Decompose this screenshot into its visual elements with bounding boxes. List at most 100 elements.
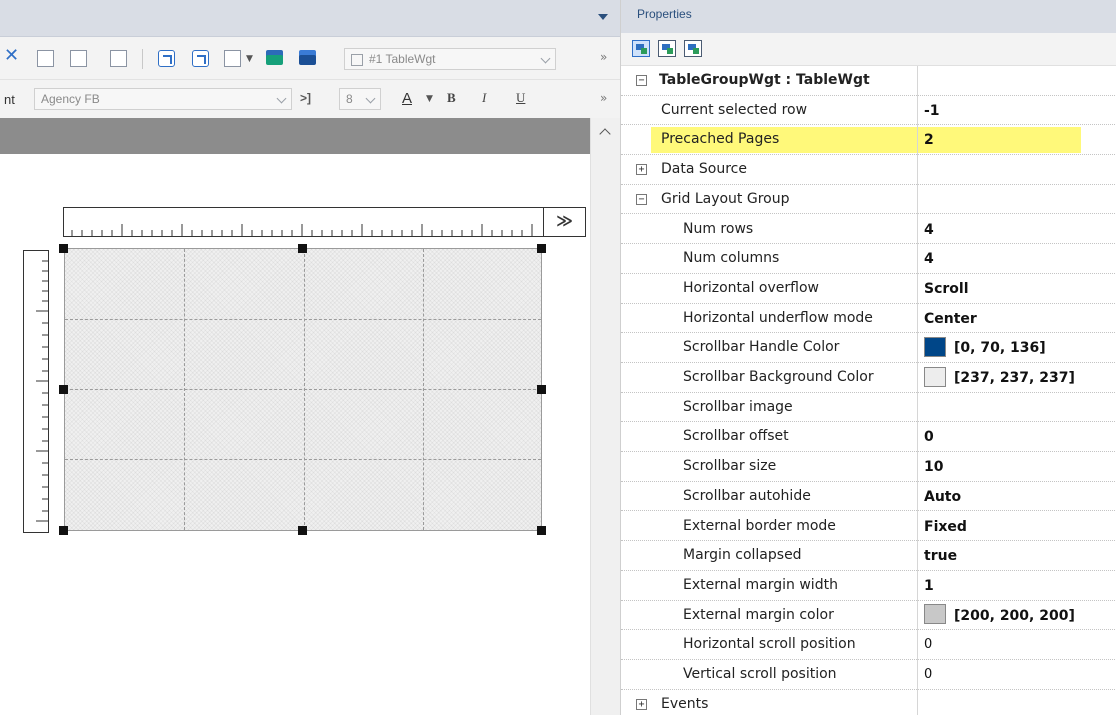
close-icon[interactable]: ✕ bbox=[4, 47, 19, 65]
property-row[interactable]: External border mode Fixed bbox=[621, 511, 1116, 542]
property-value[interactable]: 0 bbox=[917, 660, 1116, 689]
layer-up-icon[interactable] bbox=[299, 55, 316, 65]
property-value[interactable]: 1 bbox=[917, 570, 1116, 600]
property-row[interactable]: Scrollbar Background Color [237, 237, 237… bbox=[621, 363, 1116, 393]
dropdown-arrow-icon[interactable] bbox=[598, 14, 608, 20]
property-name: Current selected row bbox=[661, 101, 808, 118]
vertical-ruler bbox=[23, 250, 49, 533]
property-value[interactable]: 10 bbox=[917, 452, 1116, 481]
advanced-view-icon[interactable] bbox=[684, 40, 702, 57]
resize-handle[interactable] bbox=[59, 244, 68, 253]
property-value[interactable] bbox=[917, 184, 1116, 214]
property-row[interactable]: External margin width 1 bbox=[621, 570, 1116, 601]
property-value[interactable]: Auto bbox=[917, 481, 1116, 511]
property-row[interactable]: Vertical scroll position 0 bbox=[621, 660, 1116, 690]
property-value[interactable]: -1 bbox=[917, 95, 1116, 125]
toolbar-overflow-icon[interactable]: » bbox=[600, 91, 607, 105]
resize-handle[interactable] bbox=[59, 385, 68, 394]
property-value[interactable]: [200, 200, 200] bbox=[917, 600, 1116, 630]
properties-view-icon[interactable] bbox=[632, 40, 650, 57]
align-icon[interactable] bbox=[224, 50, 241, 67]
canvas-header-bar bbox=[0, 118, 590, 154]
property-row[interactable]: Margin collapsed true bbox=[621, 541, 1116, 571]
send-backward-icon[interactable] bbox=[70, 50, 87, 67]
layer-down-icon[interactable] bbox=[266, 55, 283, 65]
property-row[interactable]: Scrollbar size 10 bbox=[621, 452, 1116, 482]
resize-handle[interactable] bbox=[537, 244, 546, 253]
property-row[interactable]: + Data Source bbox=[621, 155, 1116, 185]
property-value[interactable]: [0, 70, 136] bbox=[917, 333, 1116, 362]
property-name: Data Source bbox=[661, 161, 747, 178]
property-value[interactable]: 0 bbox=[917, 422, 1116, 452]
grid-icon[interactable] bbox=[110, 50, 127, 67]
align-dropdown-icon[interactable]: ▼ bbox=[246, 54, 253, 64]
font-size-value: 8 bbox=[346, 92, 353, 106]
property-row[interactable]: − TableGroupWgt : TableWgt bbox=[621, 66, 1116, 96]
resize-handle[interactable] bbox=[537, 385, 546, 394]
align-right-icon[interactable]: >] bbox=[300, 91, 311, 105]
color-swatch[interactable] bbox=[924, 604, 946, 625]
property-name: Vertical scroll position bbox=[683, 666, 837, 682]
property-row[interactable]: Precached Pages 2 bbox=[621, 125, 1116, 156]
property-value[interactable]: Center bbox=[917, 303, 1116, 333]
resize-handle[interactable] bbox=[298, 526, 307, 535]
widget-select[interactable]: #1 TableWgt bbox=[344, 48, 556, 70]
property-value-text: 1 bbox=[924, 577, 934, 594]
font-color-dropdown-icon[interactable]: ▼ bbox=[426, 94, 433, 104]
color-swatch[interactable] bbox=[924, 336, 946, 357]
expand-icon[interactable]: + bbox=[636, 698, 647, 710]
toolbar-overflow-icon[interactable]: » bbox=[600, 50, 607, 64]
property-row[interactable]: External margin color [200, 200, 200] bbox=[621, 600, 1116, 631]
font-family-select[interactable]: Agency FB bbox=[34, 88, 292, 110]
events-view-icon[interactable] bbox=[658, 40, 676, 57]
bring-forward-icon[interactable] bbox=[37, 50, 54, 67]
font-color-button[interactable]: A bbox=[402, 90, 412, 107]
property-row[interactable]: Scrollbar offset 0 bbox=[621, 422, 1116, 453]
ruler-expand-button[interactable]: ≫ bbox=[543, 208, 585, 236]
property-row[interactable]: + Events bbox=[621, 689, 1116, 715]
bold-button[interactable]: B bbox=[447, 90, 456, 106]
resize-handle[interactable] bbox=[298, 244, 307, 253]
property-row[interactable]: Scrollbar autohide Auto bbox=[621, 481, 1116, 512]
color-swatch[interactable] bbox=[924, 366, 946, 387]
property-row[interactable]: Num columns 4 bbox=[621, 244, 1116, 274]
property-name: Horizontal overflow bbox=[683, 279, 819, 296]
expand-icon[interactable]: + bbox=[636, 164, 647, 176]
property-row[interactable]: Horizontal overflow Scroll bbox=[621, 273, 1116, 304]
format-toolbar: nt Agency FB >] 8 A ▼ B I U » bbox=[0, 80, 620, 118]
property-value[interactable]: 2 bbox=[917, 125, 1116, 155]
property-value[interactable]: Fixed bbox=[917, 511, 1116, 541]
property-value[interactable]: [237, 237, 237] bbox=[917, 363, 1116, 392]
vertical-scrollbar[interactable] bbox=[590, 118, 620, 715]
property-row[interactable]: Horizontal scroll position 0 bbox=[621, 630, 1116, 660]
collapse-icon[interactable]: − bbox=[636, 193, 647, 205]
arrange-toolbar: ✕ ▼ #1 TableWgt » bbox=[0, 37, 620, 80]
font-size-select[interactable]: 8 bbox=[339, 88, 381, 110]
underline-button[interactable]: U bbox=[516, 90, 525, 106]
property-row[interactable]: Scrollbar Handle Color [0, 70, 136] bbox=[621, 333, 1116, 363]
property-row[interactable]: Scrollbar image bbox=[621, 392, 1116, 423]
property-value[interactable] bbox=[917, 155, 1116, 184]
property-value[interactable] bbox=[917, 689, 1116, 715]
scroll-up-icon[interactable] bbox=[599, 128, 611, 140]
property-value[interactable]: true bbox=[917, 541, 1116, 570]
resize-handle[interactable] bbox=[537, 526, 546, 535]
italic-button[interactable]: I bbox=[482, 90, 486, 106]
rotate-left-icon[interactable] bbox=[158, 50, 175, 67]
property-name: Num columns bbox=[683, 250, 780, 267]
resize-handle[interactable] bbox=[59, 526, 68, 535]
property-value-text: 4 bbox=[924, 251, 934, 268]
property-value[interactable] bbox=[917, 392, 1116, 422]
collapse-icon[interactable]: − bbox=[636, 75, 647, 86]
property-row[interactable]: Current selected row -1 bbox=[621, 95, 1116, 126]
rotate-right-icon[interactable] bbox=[192, 50, 209, 67]
property-row[interactable]: Horizontal underflow mode Center bbox=[621, 303, 1116, 334]
property-value[interactable]: 0 bbox=[917, 630, 1116, 659]
property-value[interactable]: 4 bbox=[917, 214, 1116, 244]
property-name: External margin width bbox=[683, 576, 838, 593]
table-widget[interactable] bbox=[64, 248, 542, 531]
property-value[interactable]: Scroll bbox=[917, 273, 1116, 303]
property-value[interactable]: 4 bbox=[917, 244, 1116, 273]
property-row[interactable]: Num rows 4 bbox=[621, 214, 1116, 245]
property-row[interactable]: − Grid Layout Group bbox=[621, 184, 1116, 215]
